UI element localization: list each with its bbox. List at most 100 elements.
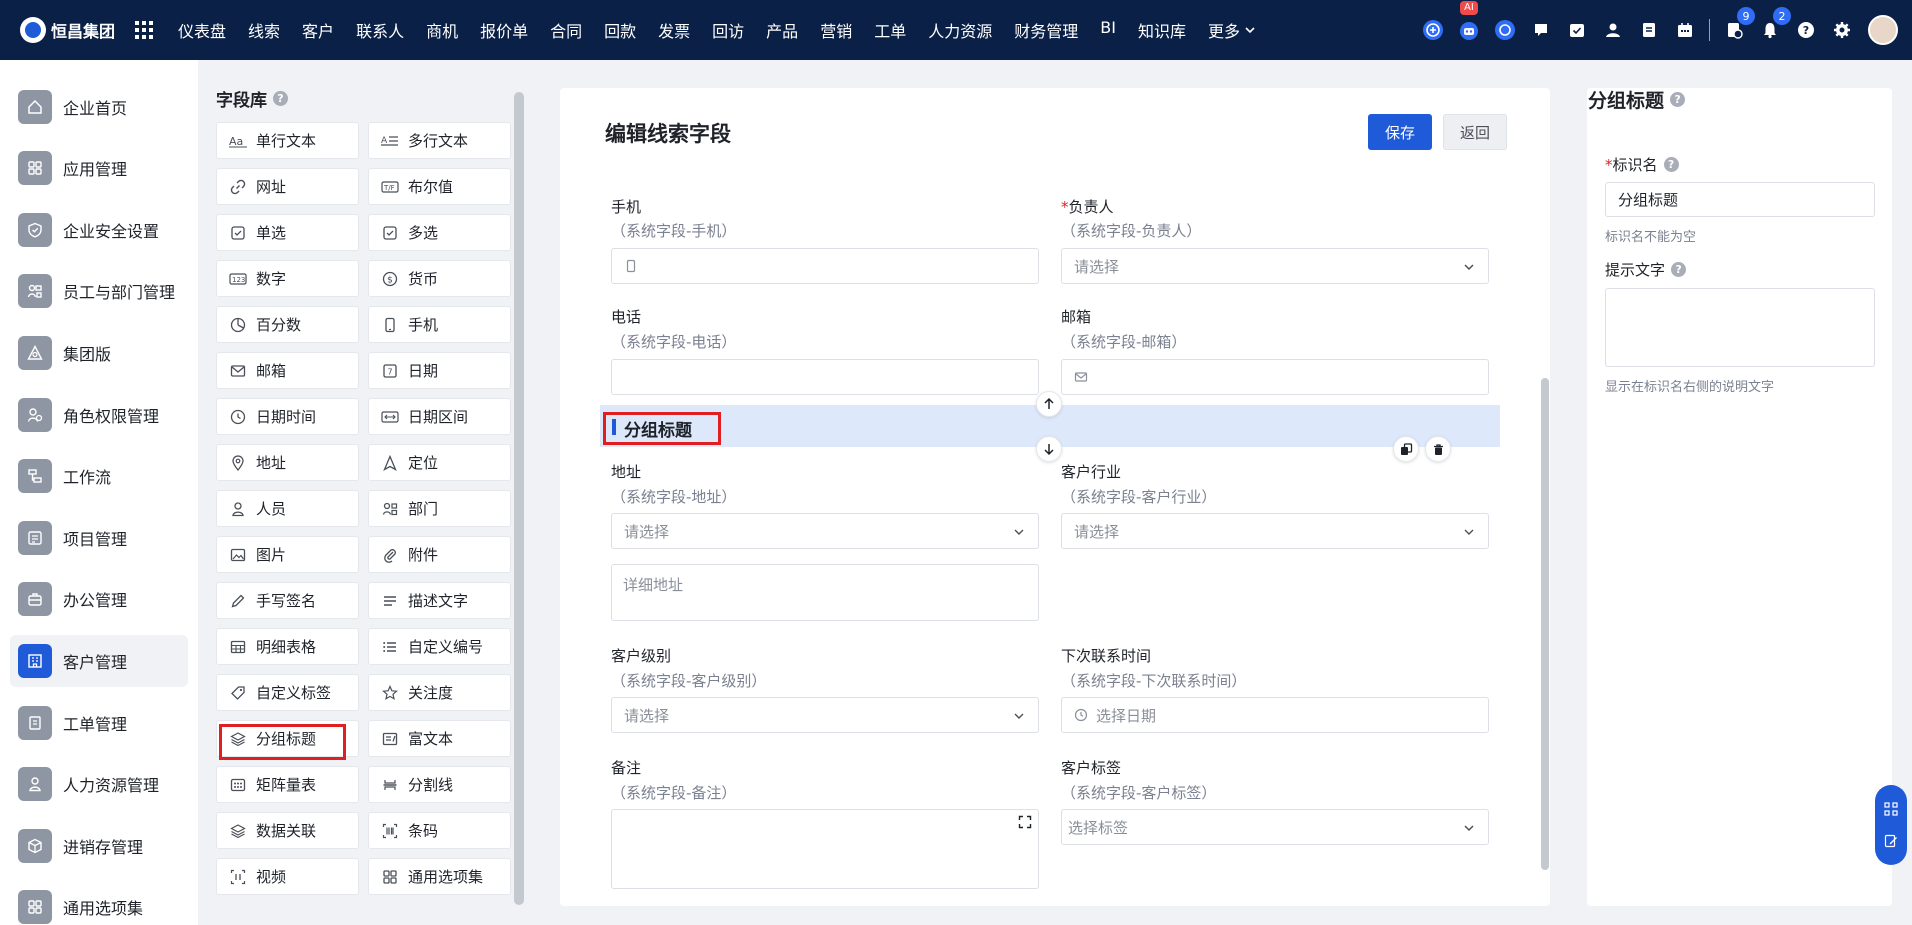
- industry-select[interactable]: 请选择: [1061, 513, 1489, 549]
- address-detail-textarea[interactable]: 详细地址: [611, 564, 1039, 621]
- next-contact-date-picker[interactable]: 选择日期: [1061, 697, 1489, 733]
- field-type-datetime[interactable]: 日期时间: [216, 398, 359, 435]
- sidebar-item-roles[interactable]: 角色权限管理: [10, 389, 188, 441]
- back-button[interactable]: 返回: [1443, 114, 1507, 150]
- ai-robot-icon[interactable]: AI: [1458, 1, 1480, 41]
- field-type-rating[interactable]: 关注度: [368, 674, 511, 711]
- field-type-data-link[interactable]: 数据关联: [216, 812, 359, 849]
- field-type-department[interactable]: 部门: [368, 490, 511, 527]
- copy-field-button[interactable]: [1393, 436, 1419, 462]
- move-up-button[interactable]: [1036, 391, 1062, 417]
- field-type-rich-text[interactable]: 富文本: [368, 720, 511, 757]
- help-icon[interactable]: ?: [1670, 92, 1686, 107]
- field-type-location[interactable]: 定位: [368, 444, 511, 481]
- settings-gear-icon[interactable]: [1831, 19, 1853, 41]
- field-type-divider[interactable]: 分割线: [368, 766, 511, 803]
- nav-quotes[interactable]: 报价单: [480, 18, 528, 42]
- field-type-video[interactable]: 视频: [216, 858, 359, 895]
- calendar-icon[interactable]: [1674, 19, 1696, 41]
- mobile-input[interactable]: [611, 248, 1039, 284]
- message-icon[interactable]: [1530, 19, 1552, 41]
- field-type-attachment[interactable]: 附件: [368, 536, 511, 573]
- field-type-multi-select[interactable]: 多选: [368, 214, 511, 251]
- phone-input[interactable]: [611, 359, 1039, 395]
- nav-tickets[interactable]: 工单: [874, 18, 906, 42]
- level-select[interactable]: 请选择: [611, 697, 1039, 733]
- nav-bi[interactable]: BI: [1100, 18, 1116, 42]
- sidebar-item-org[interactable]: 员工与部门管理: [10, 265, 188, 317]
- nav-dashboard[interactable]: 仪表盘: [178, 18, 226, 42]
- nav-opportunities[interactable]: 商机: [426, 18, 458, 42]
- field-type-percent[interactable]: 百分数: [216, 306, 359, 343]
- field-type-boolean[interactable]: T/F 布尔值: [368, 168, 511, 205]
- document-icon[interactable]: [1638, 19, 1660, 41]
- field-type-option-set[interactable]: 通用选项集: [368, 858, 511, 895]
- edit-note-icon[interactable]: [1884, 834, 1898, 848]
- sidebar-item-inventory[interactable]: 进销存管理: [10, 820, 188, 872]
- field-type-barcode[interactable]: 条码: [368, 812, 511, 849]
- help-icon[interactable]: ?: [1795, 19, 1817, 41]
- delete-field-button[interactable]: [1425, 436, 1451, 462]
- owner-select[interactable]: 请选择: [1061, 248, 1489, 284]
- sidebar-item-apps[interactable]: 应用管理: [10, 142, 188, 194]
- field-type-multi-line-text[interactable]: A 多行文本: [368, 122, 511, 159]
- field-type-url[interactable]: 网址: [216, 168, 359, 205]
- sidebar-item-customer-management[interactable]: 客户管理: [10, 635, 188, 687]
- field-type-custom-tag[interactable]: 自定义标签: [216, 674, 359, 711]
- org-chart-icon[interactable]: [1884, 802, 1898, 816]
- help-icon[interactable]: ?: [1671, 262, 1687, 277]
- chat-bubble-icon[interactable]: [1494, 19, 1516, 41]
- field-type-date[interactable]: 7 日期: [368, 352, 511, 389]
- remark-textarea[interactable]: [611, 809, 1039, 889]
- nav-marketing[interactable]: 营销: [820, 18, 852, 42]
- name-input[interactable]: 分组标题: [1605, 182, 1875, 217]
- field-type-single-select[interactable]: 单选: [216, 214, 359, 251]
- nav-payments[interactable]: 回款: [604, 18, 636, 42]
- field-type-detail-table[interactable]: 明细表格: [216, 628, 359, 665]
- sidebar-item-projects[interactable]: 项目管理: [10, 512, 188, 564]
- address-region-select[interactable]: 请选择: [611, 513, 1039, 549]
- field-type-date-range[interactable]: 日期区间: [368, 398, 511, 435]
- field-type-matrix-scale[interactable]: 矩阵量表: [216, 766, 359, 803]
- nav-customers[interactable]: 客户: [302, 18, 334, 42]
- user-profile-icon[interactable]: [1602, 19, 1624, 41]
- approval-icon[interactable]: 9: [1723, 7, 1755, 41]
- field-type-custom-number[interactable]: 自定义编号: [368, 628, 511, 665]
- sidebar-item-options[interactable]: 通用选项集: [10, 881, 188, 925]
- company-logo[interactable]: 恒昌集团: [20, 17, 115, 43]
- nav-invoices[interactable]: 发票: [658, 18, 690, 42]
- field-type-currency[interactable]: $ 货币: [368, 260, 511, 297]
- user-avatar[interactable]: [1868, 15, 1898, 45]
- sidebar-item-workflow[interactable]: 工作流: [10, 450, 188, 502]
- field-type-single-line-text[interactable]: Aa 单行文本: [216, 122, 359, 159]
- sidebar-item-security[interactable]: 企业安全设置: [10, 204, 188, 256]
- email-input[interactable]: [1061, 359, 1489, 395]
- field-type-email[interactable]: 邮箱: [216, 352, 359, 389]
- task-check-icon[interactable]: [1566, 19, 1588, 41]
- bell-icon[interactable]: 2: [1759, 7, 1791, 41]
- app-grid-icon[interactable]: [135, 21, 154, 39]
- field-type-person[interactable]: 人员: [216, 490, 359, 527]
- field-type-signature[interactable]: 手写签名: [216, 582, 359, 619]
- field-library-scrollbar[interactable]: [514, 92, 524, 905]
- nav-knowledge[interactable]: 知识库: [1138, 18, 1186, 42]
- editor-scrollbar[interactable]: [1541, 378, 1549, 870]
- save-button[interactable]: 保存: [1368, 114, 1432, 150]
- sidebar-item-office[interactable]: 办公管理: [10, 573, 188, 625]
- move-down-button[interactable]: [1036, 436, 1062, 462]
- hint-textarea[interactable]: [1605, 288, 1875, 367]
- nav-products[interactable]: 产品: [766, 18, 798, 42]
- nav-contacts[interactable]: 联系人: [356, 18, 404, 42]
- tags-select[interactable]: 选择标签: [1061, 809, 1489, 845]
- nav-contracts[interactable]: 合同: [550, 18, 582, 42]
- sidebar-item-home[interactable]: 企业首页: [10, 81, 188, 133]
- nav-hr[interactable]: 人力资源: [928, 18, 992, 42]
- nav-visits[interactable]: 回访: [712, 18, 744, 42]
- help-icon[interactable]: ?: [273, 91, 288, 106]
- nav-finance[interactable]: 财务管理: [1014, 18, 1078, 42]
- expand-icon[interactable]: [1018, 815, 1032, 829]
- field-type-image[interactable]: 图片: [216, 536, 359, 573]
- add-circle-icon[interactable]: [1422, 19, 1444, 41]
- nav-more[interactable]: 更多: [1208, 18, 1256, 42]
- field-type-number[interactable]: 123 数字: [216, 260, 359, 297]
